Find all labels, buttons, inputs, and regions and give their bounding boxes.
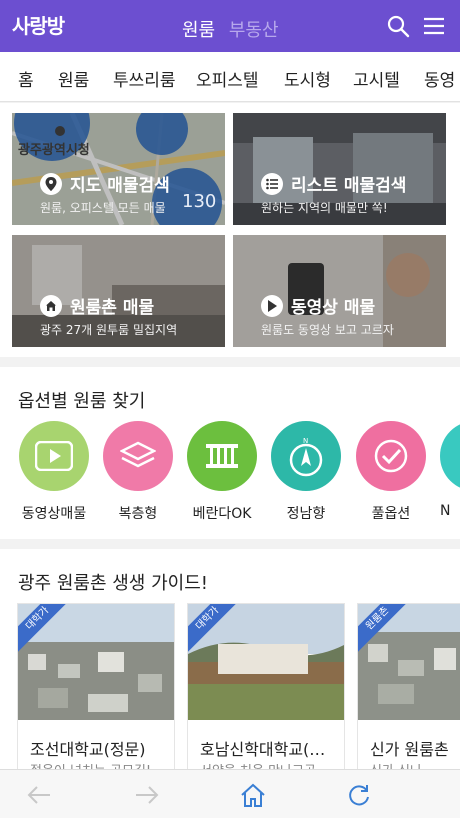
home-icon bbox=[40, 294, 62, 317]
forward-arrow-icon[interactable] bbox=[134, 782, 160, 808]
search-cards: 광주광역시청 130 지도 매물검색 원룸, 오피스텔 모든 매물 리스트 매물… bbox=[0, 103, 460, 357]
option-south-facing[interactable]: N 정남향 bbox=[271, 421, 341, 523]
check-icon bbox=[356, 421, 426, 491]
guide-title: 광주 원룸촌 생생 가이드! bbox=[18, 573, 208, 594]
play-icon bbox=[261, 294, 283, 317]
option-balcony[interactable]: 베란다OK bbox=[187, 421, 257, 523]
balcony-icon bbox=[187, 421, 257, 491]
card-map-search[interactable]: 광주광역시청 130 지도 매물검색 원룸, 오피스텔 모든 매물 bbox=[12, 113, 225, 225]
map-pin-icon bbox=[40, 172, 62, 195]
card-title: 지도 매물검색 bbox=[40, 171, 170, 196]
partial-icon bbox=[440, 421, 460, 491]
card-title: 원룸촌 매물 bbox=[40, 293, 154, 318]
guide-card[interactable]: 대학가 호남신학대학교(… 서양을 처음 만나고곳 bbox=[187, 603, 345, 769]
nav-item-officetel[interactable]: 오피스텔 bbox=[196, 66, 259, 91]
guide-card-title: 호남신학대학교(… bbox=[200, 740, 326, 759]
map-count: 130 bbox=[182, 191, 217, 212]
option-duplex[interactable]: 복층형 bbox=[103, 421, 173, 523]
map-label: 광주광역시청 bbox=[18, 143, 90, 158]
card-oneroom-village[interactable]: 원룸촌 매물 광주 27개 원투룸 밀집지역 bbox=[12, 235, 225, 347]
options-section: 옵션별 원룸 찾기 동영상매물 복층형 베란다OK N 정남향 풀옵션 N bbox=[0, 367, 460, 539]
home-icon[interactable] bbox=[240, 782, 266, 808]
card-subtitle: 원하는 지역의 매물만 쏙! bbox=[261, 201, 388, 215]
card-subtitle: 원룸도 동영상 보고 고르자 bbox=[261, 323, 394, 337]
guide-card[interactable]: 원룸촌 신가 원룸촌 신가 신나 bbox=[357, 603, 460, 769]
header-tabs: 원룸 부동산 bbox=[182, 16, 279, 42]
option-video[interactable]: 동영상매물 bbox=[19, 421, 89, 523]
options-title: 옵션별 원룸 찾기 bbox=[18, 391, 146, 412]
menu-icon[interactable] bbox=[422, 14, 446, 38]
card-video[interactable]: 동영상 매물 원룸도 동영상 보고 고르자 bbox=[233, 235, 446, 347]
logo[interactable]: 사랑방 bbox=[12, 10, 65, 39]
back-arrow-icon[interactable] bbox=[26, 782, 52, 808]
video-icon bbox=[19, 421, 89, 491]
app-header: 사랑방 원룸 부동산 bbox=[0, 0, 460, 52]
nav-item-oneroom[interactable]: 원룸 bbox=[58, 66, 89, 91]
card-list-search[interactable]: 리스트 매물검색 원하는 지역의 매물만 쏙! bbox=[233, 113, 446, 225]
guide-card-subtitle: 신가 신나 bbox=[370, 760, 422, 769]
guide-card-title: 조선대학교(정문) bbox=[30, 740, 146, 759]
refresh-icon[interactable] bbox=[346, 782, 372, 808]
nav-item-goshitel[interactable]: 고시텔 bbox=[353, 66, 400, 91]
list-icon bbox=[261, 172, 283, 195]
option-full-option[interactable]: 풀옵션 bbox=[356, 421, 426, 523]
layers-icon bbox=[103, 421, 173, 491]
nav-item-video[interactable]: 동영 bbox=[424, 66, 455, 91]
option-partial[interactable]: N bbox=[440, 421, 460, 519]
guide-card-subtitle: 젊음이 넘치는 곳묘길! bbox=[30, 760, 151, 769]
nav-item-tworoom[interactable]: 투쓰리룸 bbox=[113, 66, 176, 91]
browser-toolbar bbox=[0, 769, 460, 818]
compass-icon: N bbox=[271, 421, 341, 491]
tab-oneroom[interactable]: 원룸 bbox=[182, 20, 215, 41]
card-subtitle: 원룸, 오피스텔 모든 매물 bbox=[40, 201, 166, 215]
guide-card-subtitle: 서양을 처음 만나고곳 bbox=[200, 760, 316, 769]
guide-card-title: 신가 원룸촌 bbox=[370, 740, 449, 759]
card-title: 리스트 매물검색 bbox=[261, 171, 406, 196]
guide-card[interactable]: 대학가 조선대학교(정문) 젊음이 넘치는 곳묘길! bbox=[17, 603, 175, 769]
nav-item-urban[interactable]: 도시형 bbox=[284, 66, 331, 91]
guide-section: 광주 원룸촌 생생 가이드! 대학가 조선대학교(정문) 젊음이 넘치는 곳묘길… bbox=[0, 549, 460, 769]
tab-realestate[interactable]: 부동산 bbox=[229, 20, 279, 41]
card-title: 동영상 매물 bbox=[261, 293, 375, 318]
card-subtitle: 광주 27개 원투룸 밀집지역 bbox=[40, 323, 178, 337]
nav-item-home[interactable]: 홈 bbox=[18, 66, 34, 91]
search-icon[interactable] bbox=[386, 14, 410, 38]
category-nav: 홈 원룸 투쓰리룸 오피스텔 도시형 고시텔 동영 bbox=[0, 52, 460, 102]
